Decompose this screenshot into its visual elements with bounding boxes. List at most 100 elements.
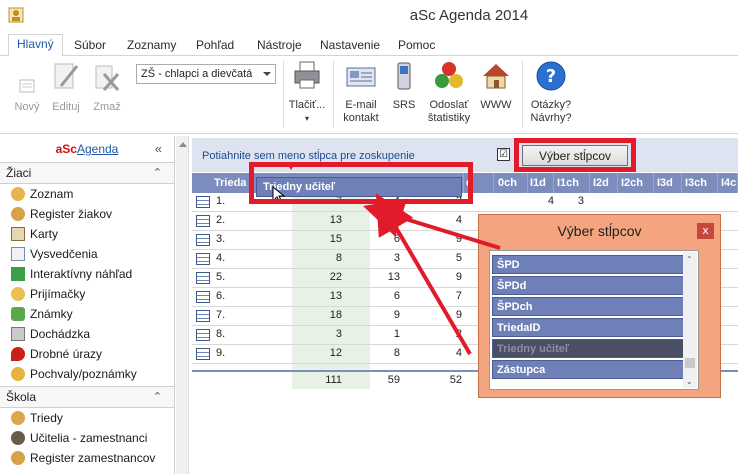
scroll-thumb[interactable] <box>685 358 695 368</box>
table-cell[interactable]: 3 <box>362 252 400 264</box>
column-header-i3d[interactable]: I3d <box>654 173 682 193</box>
list-item[interactable]: Zástupca <box>492 360 684 379</box>
columns-list[interactable]: ŠPD ŠPDd ŠPDch TriedaID Triedny učiteľ Z… <box>489 250 699 390</box>
chevron-up-icon[interactable]: ⌃ <box>153 390 162 403</box>
table-cell[interactable]: 13 <box>304 214 342 226</box>
table-cell[interactable]: 12 <box>304 347 342 359</box>
grid-row-icon <box>196 196 210 208</box>
chevron-up-icon[interactable]: ⌃ <box>153 166 162 179</box>
popup-scrollbar[interactable]: ⌃ ⌄ <box>683 252 697 388</box>
table-cell[interactable]: 13 <box>304 290 342 302</box>
table-cell[interactable]: 9 <box>362 309 400 321</box>
ribbon-tabs: Hlavný Súbor Zoznamy Pohľad Nástroje Nas… <box>0 32 738 57</box>
edit-button[interactable]: Edituj <box>48 60 84 114</box>
filter-combo[interactable]: ZŠ - chlapci a dievčatá <box>136 64 276 84</box>
table-cell[interactable]: 4. <box>216 252 246 264</box>
new-button[interactable]: Nový <box>12 78 42 114</box>
column-header-i1d[interactable]: I1d <box>528 173 554 193</box>
table-cell[interactable]: 15 <box>304 233 342 245</box>
table-cell[interactable]: 3 <box>304 328 342 340</box>
scroll-up-icon[interactable]: ⌃ <box>686 255 693 264</box>
print-button[interactable]: Tlačiť... ▾ <box>288 60 326 125</box>
table-cell[interactable]: 4 <box>424 214 462 226</box>
table-cell[interactable]: 7. <box>216 309 246 321</box>
table-cell[interactable]: 7 <box>424 290 462 302</box>
email-icon <box>346 67 376 87</box>
column-header-trieda[interactable]: Trieda <box>214 173 254 193</box>
admissions-icon <box>11 287 25 301</box>
nav-item-zoznam[interactable]: Zoznam <box>0 184 174 204</box>
column-header-0ch[interactable]: 0ch <box>494 173 528 193</box>
tab-subor[interactable]: Súbor <box>66 36 114 56</box>
scroll-up-icon[interactable] <box>179 142 187 147</box>
table-cell[interactable]: 9 <box>424 271 462 283</box>
collapse-panel-icon[interactable]: « <box>155 141 162 156</box>
table-cell[interactable]: 5 <box>424 252 462 264</box>
nav-item-ucitelia[interactable]: Učitelia - zamestnanci <box>0 428 174 448</box>
tab-nastroje[interactable]: Nástroje <box>249 36 310 56</box>
list-item[interactable]: TriedaID <box>492 318 684 337</box>
close-icon[interactable]: x <box>697 223 714 239</box>
table-cell[interactable]: 4 <box>424 347 462 359</box>
table-cell[interactable]: 9 <box>424 309 462 321</box>
table-cell[interactable]: 22 <box>304 271 342 283</box>
table-cell[interactable]: 13 <box>362 271 400 283</box>
delete-button[interactable]: Zmaž <box>90 60 124 114</box>
table-cell[interactable]: 9 <box>362 214 400 226</box>
nav-item-prijimacky[interactable]: Prijímačky <box>0 284 174 304</box>
table-cell[interactable]: 8 <box>362 347 400 359</box>
table-cell[interactable]: 6. <box>216 290 246 302</box>
table-cell[interactable]: 2. <box>216 214 246 226</box>
columns-checkbox[interactable]: ☑ <box>497 148 510 161</box>
nav-item-dochadzka[interactable]: Dochádzka <box>0 324 174 344</box>
column-header-i4c[interactable]: I4c <box>718 173 738 193</box>
table-cell[interactable]: 5. <box>216 271 246 283</box>
brand-link[interactable]: aScAgenda « <box>0 136 174 160</box>
tab-nastavenie[interactable]: Nastavenie <box>312 36 388 56</box>
nav-item-register-ziakov[interactable]: Register žiakov <box>0 204 174 224</box>
column-header-i1ch[interactable]: I1ch <box>554 173 590 193</box>
table-cell[interactable]: 18 <box>304 309 342 321</box>
table-cell[interactable]: 3. <box>216 233 246 245</box>
ribbon: Nový Edituj Zmaž ZŠ - chlapci a dievčatá… <box>0 56 738 134</box>
column-header-i2d[interactable]: I2d <box>590 173 618 193</box>
column-header-i3ch[interactable]: I3ch <box>682 173 718 193</box>
list-item[interactable]: ŠPDch <box>492 297 684 316</box>
section-skola[interactable]: Škola ⌃ <box>0 386 174 408</box>
list-item[interactable]: ŠPDd <box>492 276 684 295</box>
tab-hlavny[interactable]: Hlavný <box>8 34 63 57</box>
table-cell[interactable]: 1 <box>362 328 400 340</box>
table-cell[interactable]: 4 <box>516 195 554 207</box>
srs-button[interactable]: SRS <box>390 60 418 112</box>
table-cell[interactable]: 8 <box>304 252 342 264</box>
table-cell[interactable]: 6 <box>362 290 400 302</box>
table-cell[interactable]: 6 <box>362 233 400 245</box>
tab-pohlad[interactable]: Pohľad <box>188 36 242 56</box>
email-button[interactable]: E-mail kontakt <box>338 60 384 125</box>
table-cell[interactable]: 9. <box>216 347 246 359</box>
nav-item-vysvedcenia[interactable]: Vysvedčenia <box>0 244 174 264</box>
help-button[interactable]: ? Otázky? Návrhy? <box>526 60 576 125</box>
list-item[interactable]: ŠPD <box>492 255 684 274</box>
table-cell[interactable]: 2 <box>424 328 462 340</box>
table-cell[interactable]: 1. <box>216 195 246 207</box>
send-stats-button[interactable]: Odoslať štatistiky <box>426 60 472 125</box>
nav-item-znamky[interactable]: Známky <box>0 304 174 324</box>
nav-item-register-zamestnancov[interactable]: Register zamestnancov <box>0 448 174 468</box>
tab-zoznamy[interactable]: Zoznamy <box>119 36 184 56</box>
www-button[interactable]: WWW <box>478 60 514 112</box>
tab-pomoc[interactable]: Pomoc <box>390 36 443 56</box>
table-cell[interactable]: 8. <box>216 328 246 340</box>
column-header-i2ch[interactable]: I2ch <box>618 173 654 193</box>
table-cell[interactable]: 9 <box>424 233 462 245</box>
nav-item-karty[interactable]: Karty <box>0 224 174 244</box>
section-ziaci[interactable]: Žiaci ⌃ <box>0 162 174 184</box>
nav-item-pochvaly[interactable]: Pochvaly/poznámky <box>0 364 174 384</box>
nav-item-triedy[interactable]: Triedy <box>0 408 174 428</box>
grid-left-scrollbar[interactable] <box>176 136 189 474</box>
nav-item-interaktivny-nahlad[interactable]: Interaktívny náhľad <box>0 264 174 284</box>
nav-item-drobne-urazy[interactable]: Drobné úrazy <box>0 344 174 364</box>
table-cell[interactable]: 3 <box>550 195 584 207</box>
list-item[interactable]: Triedny učiteľ <box>492 339 684 358</box>
scroll-down-icon[interactable]: ⌄ <box>686 377 693 386</box>
